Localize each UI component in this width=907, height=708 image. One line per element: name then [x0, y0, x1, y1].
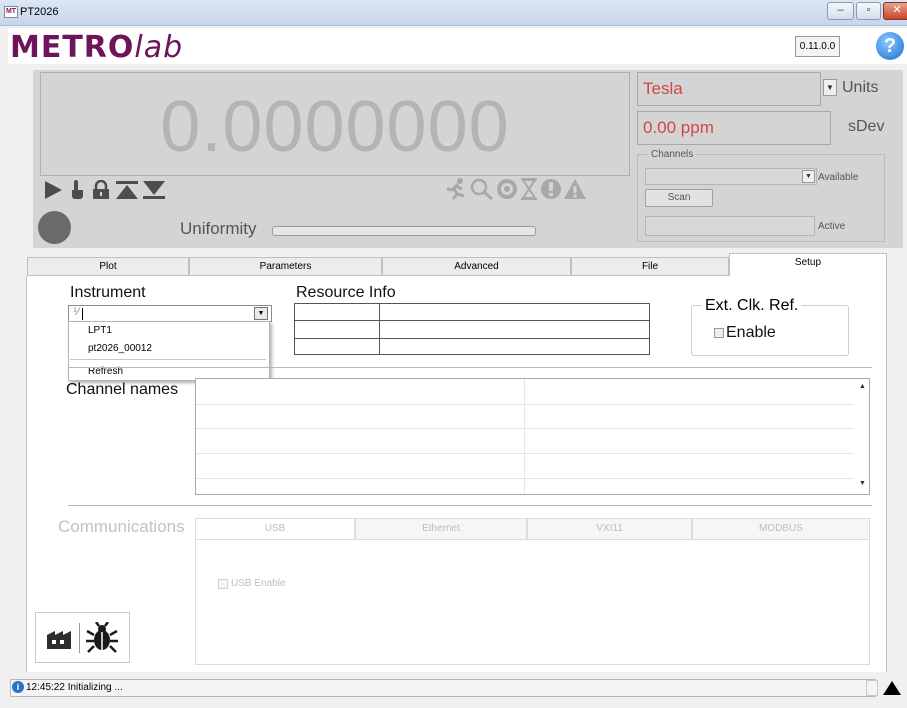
divider: [68, 505, 872, 506]
close-icon[interactable]: ✕: [883, 2, 907, 20]
tab-advanced[interactable]: Advanced: [382, 257, 571, 276]
instrument-option[interactable]: LPT1: [88, 325, 112, 336]
active-field: [645, 216, 815, 236]
app-window: MT PT2026 – ▫ ✕ METROlab 0.11.0.0 ? 0.00…: [0, 0, 907, 708]
table-row: [196, 404, 854, 405]
scroll-top-icon[interactable]: [116, 180, 138, 206]
active-label: Active: [818, 221, 846, 232]
sdev-label: sDev: [848, 118, 885, 135]
table-row-divider: [294, 338, 650, 339]
tab-setup[interactable]: Setup: [729, 253, 887, 277]
instrument-dropdown[interactable]: ⅟: [68, 305, 272, 322]
communications-label: Communications: [58, 517, 185, 536]
tab-vxi11[interactable]: VXI11: [527, 518, 692, 540]
table-col-divider: [379, 303, 380, 355]
status-text: 12:45:22 Initializing ...: [26, 682, 123, 693]
info-icon: i: [12, 681, 24, 693]
factory-icon[interactable]: [47, 627, 75, 654]
dropdown-separator: [70, 359, 266, 360]
running-icon: [444, 178, 468, 206]
maximize-icon[interactable]: ▫: [856, 2, 881, 20]
tab-modbus[interactable]: MODBUS: [692, 518, 870, 540]
usb-enable-label: USB Enable: [231, 578, 286, 589]
scan-button[interactable]: Scan: [645, 189, 713, 207]
gauge-icon: [496, 178, 518, 206]
channel-names-label: Channel names: [66, 381, 179, 398]
minimize-icon[interactable]: –: [827, 2, 854, 20]
title-bar: MT PT2026 – ▫ ✕: [0, 0, 907, 26]
status-field: [10, 679, 876, 697]
table-row: [196, 453, 854, 454]
tab-file[interactable]: File: [571, 257, 729, 276]
units-dropdown-button[interactable]: ▼: [823, 79, 837, 96]
instrument-label: Instrument: [70, 284, 146, 301]
instrument-dropdown-arrow[interactable]: ▼: [254, 307, 268, 320]
metrolab-logo: METROlab: [10, 30, 184, 65]
window-title: PT2026: [20, 6, 59, 18]
channels-label: Channels: [648, 149, 697, 160]
uniformity-label: Uniformity: [180, 219, 257, 238]
table-row-divider: [294, 320, 650, 321]
ext-clk-label: Ext. Clk. Ref.: [702, 297, 802, 315]
touch-icon[interactable]: [70, 180, 86, 206]
scroll-up-icon[interactable]: ▲: [859, 383, 866, 390]
resource-info-label: Resource Info: [296, 284, 396, 301]
available-dropdown-arrow[interactable]: ▼: [802, 170, 815, 183]
tab-plot[interactable]: Plot: [27, 257, 189, 276]
uniformity-bar: [272, 226, 536, 236]
usb-enable-checkbox[interactable]: [218, 579, 228, 589]
enable-label: Enable: [726, 324, 776, 341]
expand-up-icon[interactable]: [883, 681, 901, 698]
table-row: [196, 428, 854, 429]
tools-divider: [79, 623, 80, 653]
tab-parameters[interactable]: Parameters: [189, 257, 382, 276]
usb-pane: [195, 539, 870, 665]
bug-icon[interactable]: [86, 621, 118, 657]
units-field: Tesla: [637, 72, 821, 106]
record-button[interactable]: [38, 211, 71, 244]
resource-info-table: [294, 303, 650, 355]
status-scroll: [866, 680, 878, 696]
table-col-divider: [524, 379, 525, 494]
play-icon[interactable]: [45, 180, 63, 206]
enable-checkbox[interactable]: [714, 328, 724, 338]
sdev-field: 0.00 ppm: [637, 111, 831, 145]
hourglass-icon: [520, 178, 538, 206]
available-label: Available: [818, 172, 859, 183]
scroll-down-icon[interactable]: ▼: [859, 480, 866, 487]
help-icon[interactable]: ?: [876, 32, 904, 60]
scroll-bottom-icon[interactable]: [143, 180, 165, 206]
error-icon: [540, 178, 562, 206]
channel-table-scrollbar[interactable]: ▲ ▼: [856, 379, 869, 494]
tab-usb[interactable]: USB: [195, 518, 355, 540]
divider: [68, 367, 872, 368]
lock-icon[interactable]: [92, 179, 110, 206]
instrument-option[interactable]: pt2026_00012: [88, 343, 152, 354]
units-label: Units: [842, 79, 879, 96]
tab-ethernet[interactable]: Ethernet: [355, 518, 527, 540]
app-icon: MT: [4, 6, 18, 18]
warning-icon: [563, 178, 587, 206]
version-label: 0.11.0.0: [795, 36, 840, 57]
available-dropdown[interactable]: [645, 168, 817, 185]
table-row: [196, 478, 854, 479]
search-icon: [470, 178, 494, 206]
measured-value: 0.0000000: [160, 87, 510, 167]
